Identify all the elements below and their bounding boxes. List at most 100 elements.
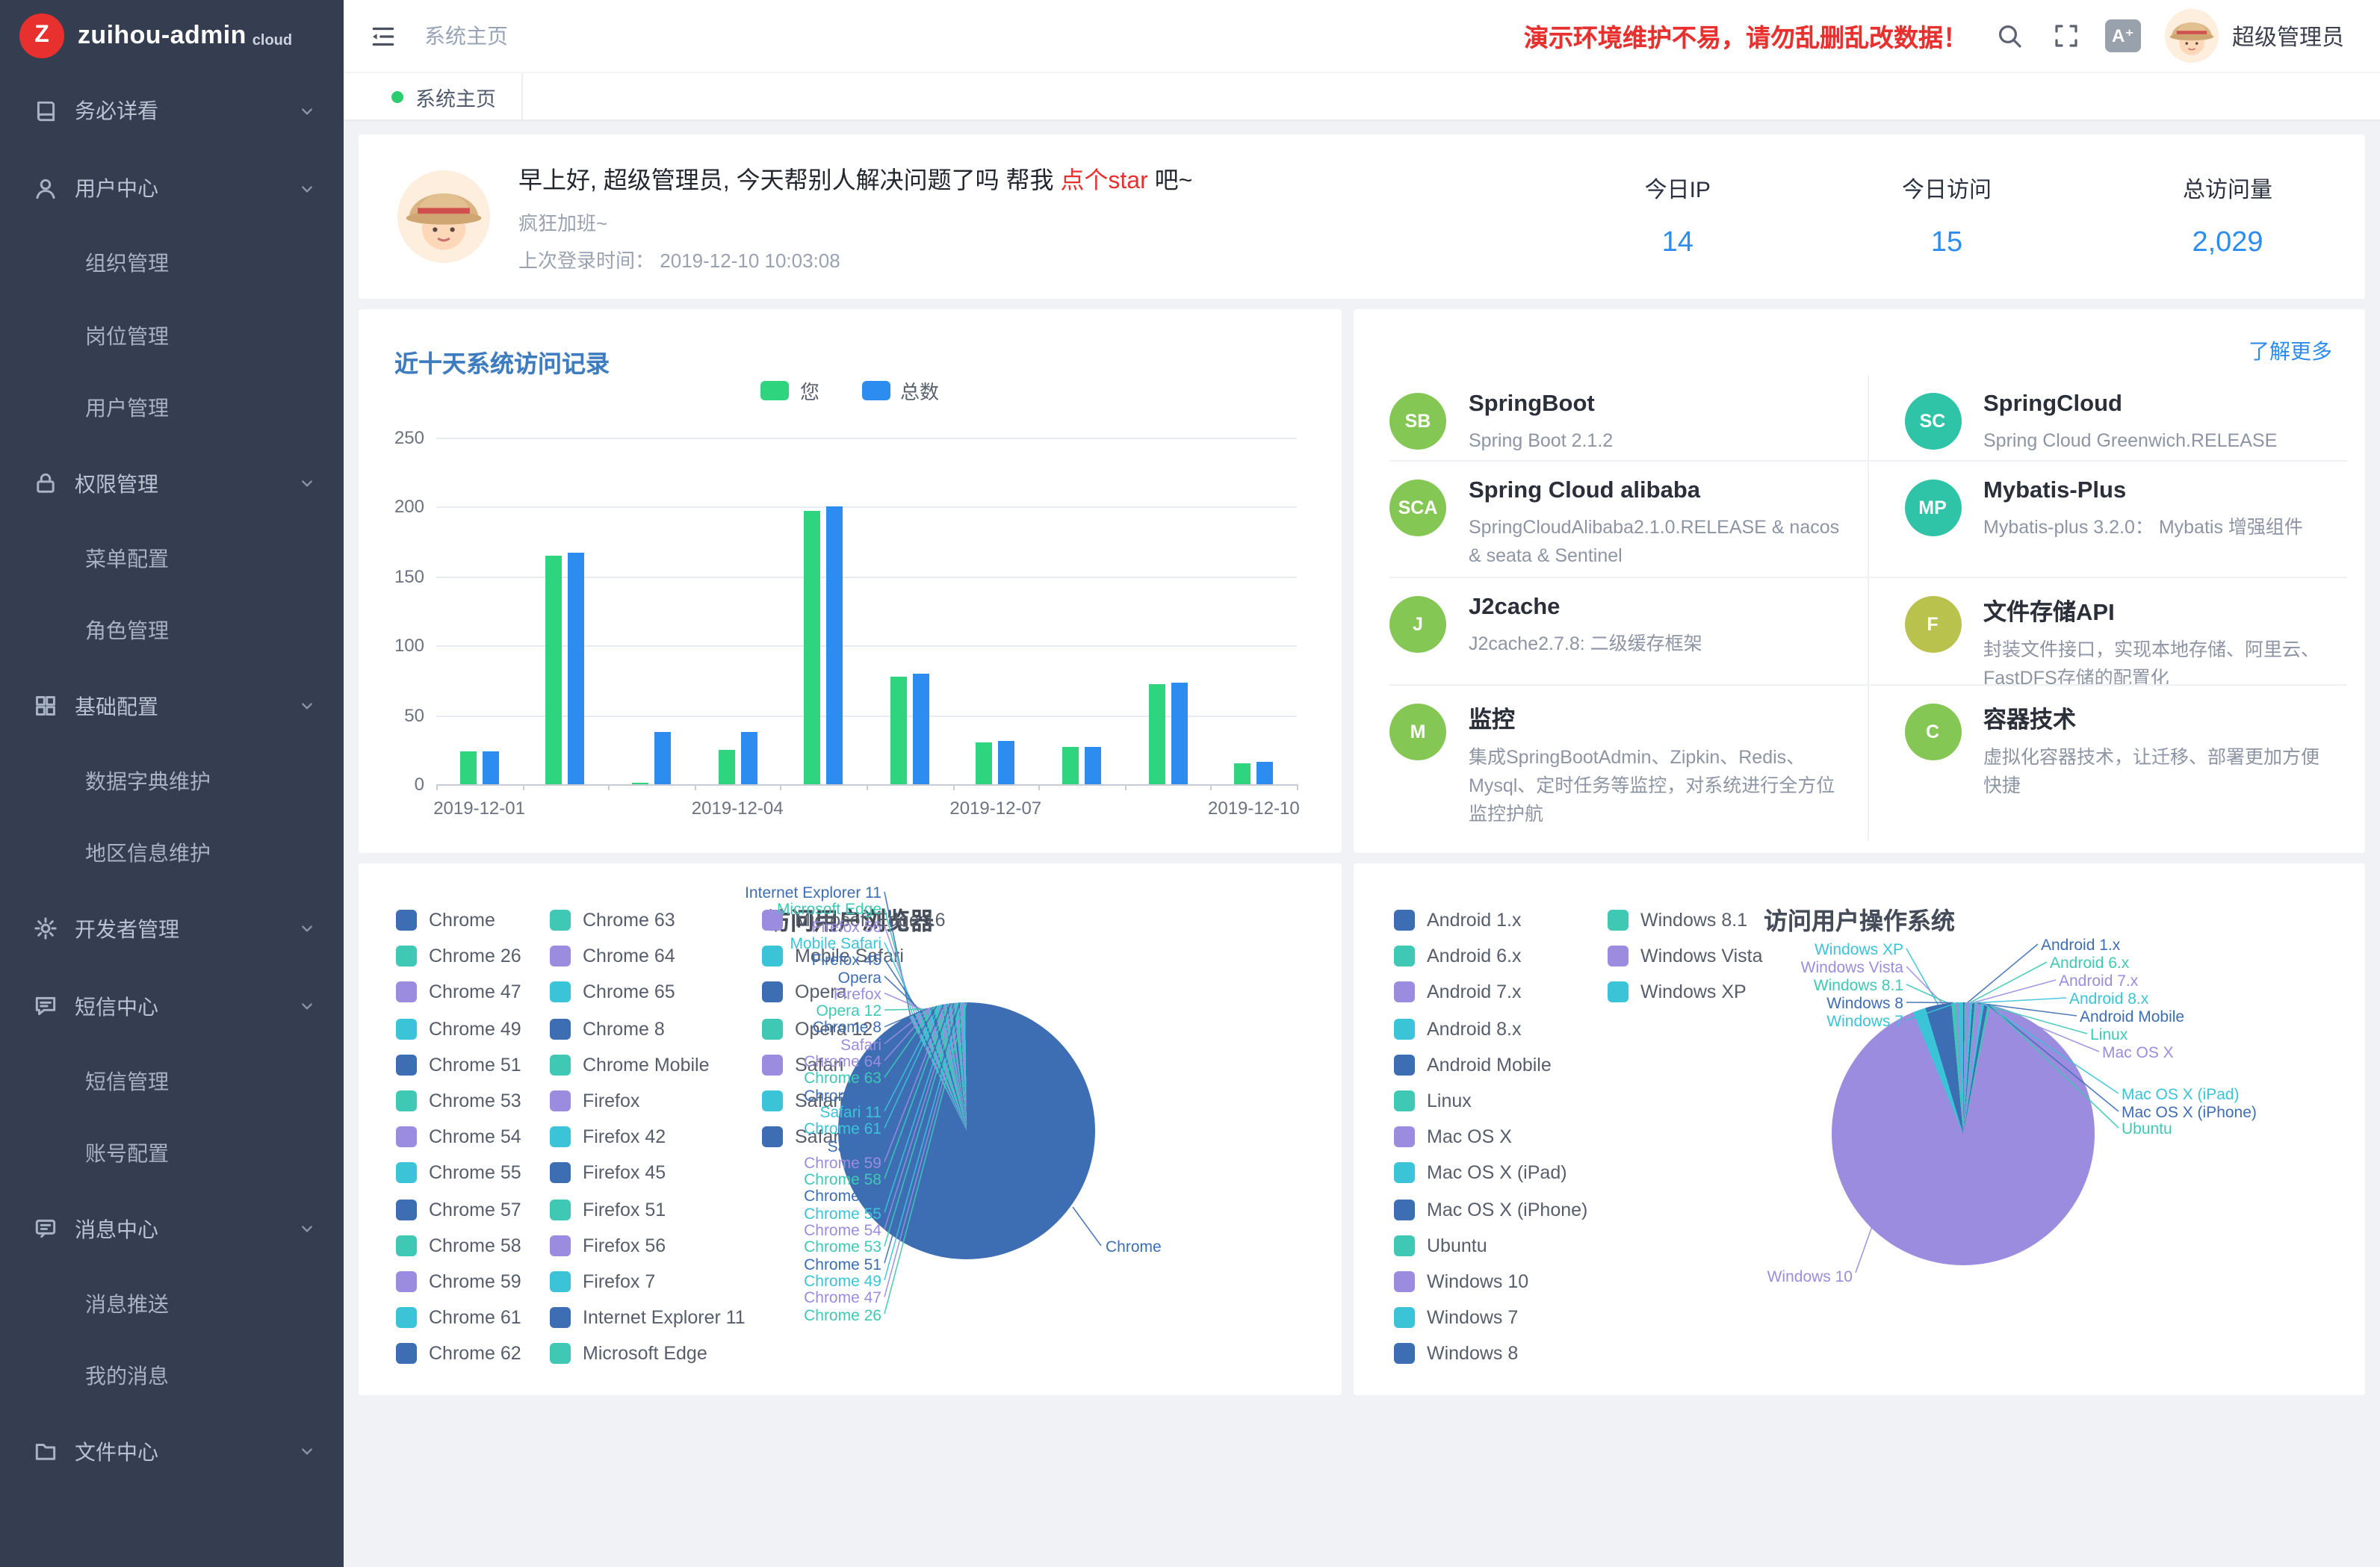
legend-item[interactable]: Chrome 64 xyxy=(550,938,762,974)
legend-item[interactable]: Mac OS X (iPad) xyxy=(1394,1155,1608,1191)
sidebar-subitem-menu[interactable]: 菜单配置 xyxy=(0,522,344,595)
bar-总数-2019-12-02[interactable] xyxy=(568,553,585,784)
bar-总数-2019-12-04[interactable] xyxy=(740,731,757,784)
legend-item[interactable]: Windows 8 xyxy=(1394,1336,1608,1372)
bar-总数-2019-12-08[interactable] xyxy=(1085,747,1101,784)
legend-item[interactable]: Microsoft Edge xyxy=(550,1336,762,1372)
legend-item[interactable]: Chrome 59 xyxy=(396,1264,550,1300)
sidebar-subitem-dict[interactable]: 数据字典维护 xyxy=(0,745,344,817)
legend-item[interactable]: Windows Vista xyxy=(1608,938,1802,974)
bar-您-2019-12-09[interactable] xyxy=(1148,684,1165,784)
sidebar-item-user-center[interactable]: 用户中心 xyxy=(0,149,344,227)
bar-总数-2019-12-07[interactable] xyxy=(999,741,1015,784)
bar-总数-2019-12-03[interactable] xyxy=(654,731,671,784)
legend-item[interactable]: Mac OS X xyxy=(1394,1119,1608,1155)
star-link[interactable]: 点个star xyxy=(1060,169,1147,194)
legend-item[interactable]: Mobile Safari xyxy=(762,938,956,974)
legend-item[interactable]: Android 6.x xyxy=(1394,938,1608,974)
legend-item[interactable]: Firefox 51 xyxy=(550,1191,762,1227)
bar-总数-2019-12-09[interactable] xyxy=(1171,683,1187,784)
legend-item[interactable]: Chrome 47 xyxy=(396,975,550,1011)
legend-item-total[interactable]: 总数 xyxy=(861,376,939,405)
sidebar-subitem-region[interactable]: 地区信息维护 xyxy=(0,817,344,890)
sidebar-subitem-sms[interactable]: 短信管理 xyxy=(0,1045,344,1117)
bar-您-2019-12-04[interactable] xyxy=(718,750,734,784)
legend-item[interactable]: Chrome Mobile xyxy=(550,1047,762,1083)
learn-more-link[interactable]: 了解更多 xyxy=(2249,336,2332,366)
legend-item[interactable]: Chrome 26 xyxy=(396,938,550,974)
legend-item[interactable]: Linux xyxy=(1394,1083,1608,1119)
username[interactable]: 超级管理员 xyxy=(2232,20,2344,52)
search-icon[interactable] xyxy=(1995,21,2024,51)
app-logo[interactable]: Z zuihou-admin cloud xyxy=(0,0,344,72)
legend-item-you[interactable]: 您 xyxy=(761,376,819,405)
sidebar-item-file-center[interactable]: 文件中心 xyxy=(0,1412,344,1490)
browser-pie-chart[interactable] xyxy=(838,1002,1095,1259)
legend-item[interactable]: Windows XP xyxy=(1608,975,1802,1011)
legend-item[interactable]: Android Mobile xyxy=(1394,1047,1608,1083)
legend-item[interactable]: Chrome 58 xyxy=(396,1227,550,1263)
sidebar-item-base-config[interactable]: 基础配置 xyxy=(0,667,344,745)
bar-您-2019-12-01[interactable] xyxy=(460,751,477,784)
bar-您-2019-12-03[interactable] xyxy=(632,783,648,784)
sidebar-item-sms-center[interactable]: 短信中心 xyxy=(0,967,344,1045)
os-pie-chart[interactable] xyxy=(1832,1002,2095,1265)
legend-item[interactable]: Firefox 45 xyxy=(550,1155,762,1191)
legend-item[interactable]: Chrome 53 xyxy=(396,1083,550,1119)
legend-item[interactable]: Chrome 57 xyxy=(396,1191,550,1227)
bar-总数-2019-12-10[interactable] xyxy=(1256,762,1273,784)
bar-您-2019-12-10[interactable] xyxy=(1234,763,1251,784)
legend-item[interactable]: Windows 8.1 xyxy=(1608,902,1802,938)
sidebar-subitem-role[interactable]: 角色管理 xyxy=(0,595,344,667)
menu-fold-icon[interactable] xyxy=(368,20,399,52)
avatar[interactable] xyxy=(2165,9,2219,63)
legend-item[interactable]: Chrome 62 xyxy=(396,1336,550,1372)
legend-item[interactable]: Firefox xyxy=(550,1083,762,1119)
sidebar-subitem-account[interactable]: 账号配置 xyxy=(0,1117,344,1190)
fullscreen-icon[interactable] xyxy=(2051,21,2081,51)
legend-item[interactable]: Chrome 51 xyxy=(396,1047,550,1083)
sidebar-subitem-mymsg[interactable]: 我的消息 xyxy=(0,1340,344,1412)
sidebar-item-developer[interactable]: 开发者管理 xyxy=(0,890,344,967)
sidebar-item-permission[interactable]: 权限管理 xyxy=(0,444,344,522)
legend-item[interactable]: Microsoft Edge 16 xyxy=(762,902,956,938)
legend-item[interactable]: Chrome 8 xyxy=(550,1011,762,1046)
legend-item[interactable]: Opera xyxy=(762,975,956,1011)
bar-您-2019-12-08[interactable] xyxy=(1062,747,1079,784)
legend-item[interactable]: Chrome 49 xyxy=(396,1011,550,1046)
tab-home[interactable]: 系统主页 xyxy=(366,73,523,120)
sidebar-subitem-push[interactable]: 消息推送 xyxy=(0,1267,344,1340)
bar-您-2019-12-02[interactable] xyxy=(546,556,563,784)
legend-item[interactable]: Windows 10 xyxy=(1394,1264,1608,1300)
bar-总数-2019-12-05[interactable] xyxy=(826,507,843,784)
legend-item[interactable]: Windows 7 xyxy=(1394,1300,1608,1335)
breadcrumb[interactable]: 系统主页 xyxy=(424,21,508,51)
legend-item[interactable]: Firefox 56 xyxy=(550,1227,762,1263)
bar-您-2019-12-06[interactable] xyxy=(890,676,907,784)
sidebar-item-message-center[interactable]: 消息中心 xyxy=(0,1190,344,1267)
legend-item[interactable]: Chrome 63 xyxy=(550,902,762,938)
sidebar-subitem-post[interactable]: 岗位管理 xyxy=(0,300,344,372)
bar-您-2019-12-07[interactable] xyxy=(976,742,993,784)
sidebar-item-must-read[interactable]: 务必详看 xyxy=(0,72,344,149)
legend-item[interactable]: Chrome 61 xyxy=(396,1300,550,1335)
sidebar-subitem-org[interactable]: 组织管理 xyxy=(0,227,344,300)
legend-item[interactable]: Firefox 7 xyxy=(550,1264,762,1300)
font-size-button[interactable]: A⁺ xyxy=(2105,19,2141,52)
legend-item[interactable]: Chrome 54 xyxy=(396,1119,550,1155)
legend-item[interactable]: Chrome 65 xyxy=(550,975,762,1011)
legend-item[interactable]: Mac OS X (iPhone) xyxy=(1394,1191,1608,1227)
sidebar-subitem-user[interactable]: 用户管理 xyxy=(0,372,344,444)
legend-item[interactable]: Android 7.x xyxy=(1394,975,1608,1011)
bar-chart[interactable]: 0501001502002502019-12-012019-12-042019-… xyxy=(436,438,1297,784)
legend-item[interactable]: Internet Explorer 11 xyxy=(550,1300,762,1335)
legend-item[interactable]: Firefox 42 xyxy=(550,1119,762,1155)
bar-您-2019-12-05[interactable] xyxy=(804,511,820,784)
legend-item[interactable]: Android 1.x xyxy=(1394,902,1608,938)
legend-item[interactable]: Ubuntu xyxy=(1394,1227,1608,1263)
legend-item[interactable]: Chrome xyxy=(396,902,550,938)
bar-总数-2019-12-01[interactable] xyxy=(483,751,499,784)
legend-item[interactable]: Android 8.x xyxy=(1394,1011,1608,1046)
bar-总数-2019-12-06[interactable] xyxy=(913,674,929,784)
legend-item[interactable]: Chrome 55 xyxy=(396,1155,550,1191)
